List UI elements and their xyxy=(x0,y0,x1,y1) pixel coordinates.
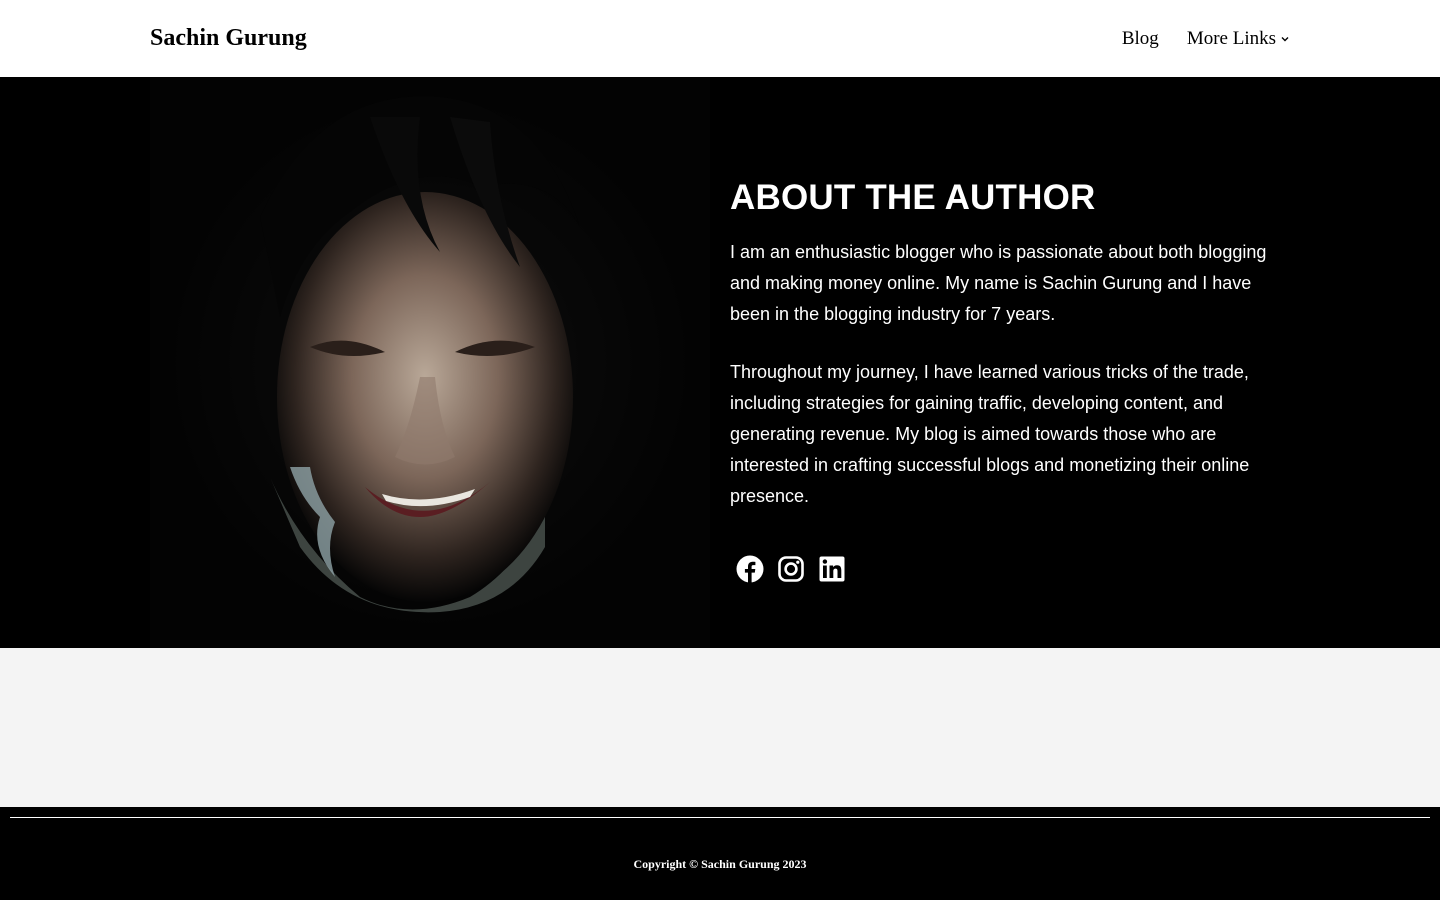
about-author-paragraph-1: I am an enthusiastic blogger who is pass… xyxy=(730,242,1267,324)
linkedin-icon xyxy=(819,556,845,582)
content-spacer xyxy=(0,648,1440,807)
nav-item-more-links-label[interactable]: More Links xyxy=(1187,26,1276,52)
linkedin-link[interactable] xyxy=(818,555,846,583)
site-title-link[interactable]: Sachin Gurung xyxy=(150,22,307,54)
chevron-down-icon[interactable] xyxy=(1280,34,1290,44)
facebook-icon xyxy=(736,555,764,584)
author-photo xyxy=(150,77,710,648)
about-author-section: ABOUT THE AUTHOR I am an enthusiastic bl… xyxy=(0,77,1440,648)
main-nav: Blog More Links xyxy=(1122,26,1290,52)
facebook-link[interactable] xyxy=(736,555,764,584)
instagram-link[interactable] xyxy=(777,555,805,583)
social-links xyxy=(730,555,1290,584)
footer-divider xyxy=(10,817,1430,818)
copyright-text: Copyright © Sachin Gurung 2023 xyxy=(633,857,807,871)
about-author-heading: ABOUT THE AUTHOR xyxy=(730,178,1096,217)
site-footer: Copyright © Sachin Gurung 2023 xyxy=(0,807,1440,900)
about-author-paragraph-2: Throughout my journey, I have learned va… xyxy=(730,362,1250,506)
nav-item-blog[interactable]: Blog xyxy=(1122,26,1159,52)
about-author-content: ABOUT THE AUTHOR I am an enthusiastic bl… xyxy=(730,177,1290,584)
site-header: Sachin Gurung Blog More Links xyxy=(0,0,1440,77)
nav-item-more-links[interactable]: More Links xyxy=(1187,26,1290,52)
instagram-icon xyxy=(778,556,804,583)
